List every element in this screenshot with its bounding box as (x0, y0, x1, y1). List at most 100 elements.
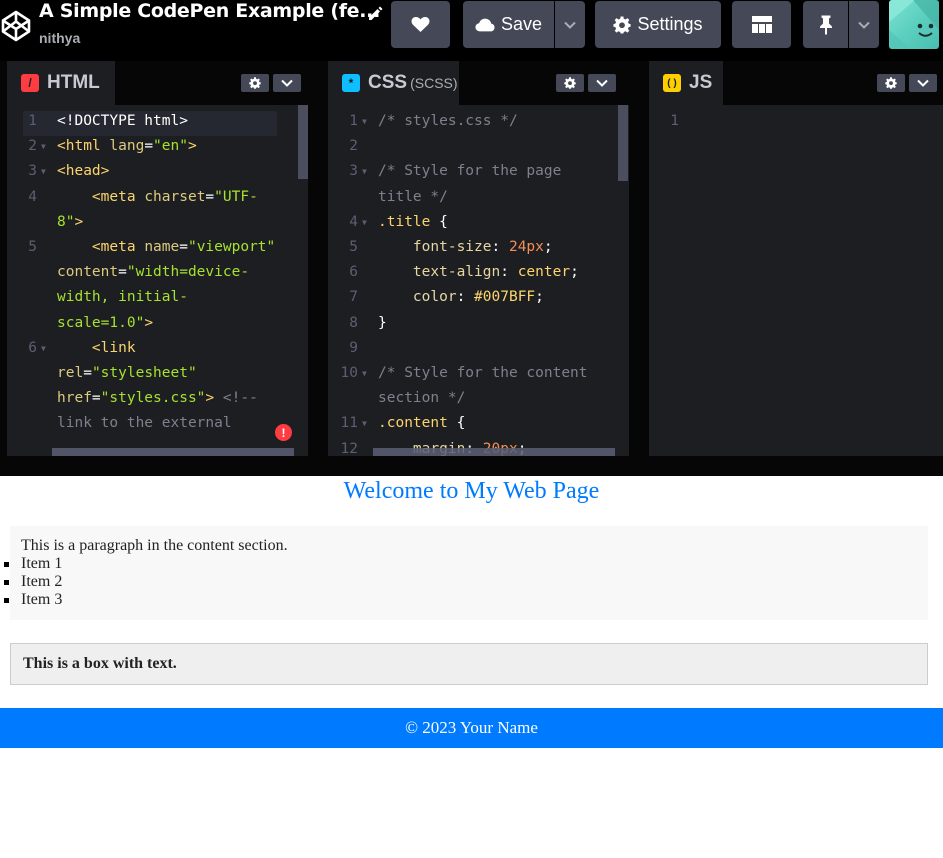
html-collapse-button[interactable] (273, 74, 301, 92)
settings-label: Settings (637, 14, 703, 34)
code-line[interactable]: 2 ▼ <html lang="en"> (7, 134, 277, 159)
code-line[interactable]: 5 font-size: 24px; (328, 235, 613, 260)
code-token: } (378, 314, 387, 331)
html-horizontal-scrollbar[interactable] (52, 448, 294, 456)
css-settings-button[interactable] (556, 74, 584, 92)
js-code-area[interactable]: 1 (649, 105, 943, 456)
save-button[interactable]: Save (463, 1, 554, 48)
code-line[interactable]: 4 ▼ .title { (328, 210, 613, 235)
editor-resizer-css-js[interactable] (629, 61, 649, 456)
code-line[interactable]: 10 ▼ /* Style for the content section */ (328, 361, 613, 411)
js-settings-button[interactable] (877, 74, 905, 92)
js-lang-icon: ( ) (663, 74, 681, 92)
css-collapse-button[interactable] (588, 74, 616, 92)
tab-html[interactable]: / HTML (7, 61, 115, 105)
html-editor: / HTML 1 <!DOCTYPE html> 2 ▼ <html lang="en"… (7, 61, 308, 456)
html-vertical-scrollbar[interactable] (298, 105, 308, 179)
codepen-logo-icon[interactable] (0, 8, 32, 44)
code-token: : (491, 239, 509, 256)
pin-options-button[interactable] (849, 1, 879, 48)
code-line[interactable]: 9 (328, 336, 613, 361)
line-number: 4 (28, 188, 37, 205)
code-line[interactable]: 2 (328, 134, 613, 159)
code-token: = (144, 138, 154, 155)
code-token: rel (57, 365, 84, 382)
fold-arrow-icon[interactable]: ▼ (362, 109, 367, 134)
line-number: 1 (28, 113, 37, 129)
pen-owner[interactable]: nithya (39, 30, 80, 46)
code-token: > (74, 213, 84, 230)
code-line[interactable]: 3 ▼ <head> (7, 159, 277, 184)
save-options-button[interactable] (555, 1, 585, 48)
code-token: /* styles.css */ (378, 113, 518, 129)
list-item: Item 3 (4, 591, 928, 609)
code-line[interactable]: 4 <meta charset="UTF-8"> (7, 185, 277, 235)
line-number: 1 (670, 113, 679, 129)
love-button[interactable] (391, 1, 450, 48)
line-number: 4 (349, 213, 358, 230)
edit-title-pencil-icon[interactable] (367, 4, 385, 22)
code-token: > (187, 138, 197, 155)
code-token: charset (144, 188, 206, 205)
list-item: Item 2 (4, 573, 928, 591)
code-token: <meta (57, 239, 145, 256)
code-token: "en" (153, 138, 188, 155)
code-token: <link (57, 339, 145, 356)
html-editor-header: / HTML (7, 61, 308, 105)
fold-arrow-icon[interactable]: ▼ (41, 134, 46, 159)
fold-arrow-icon[interactable]: ▼ (41, 159, 46, 184)
pin-button[interactable] (803, 1, 848, 48)
change-view-button[interactable] (732, 1, 791, 48)
tab-js[interactable]: ( ) JS (649, 61, 723, 105)
code-line[interactable]: 8} (328, 311, 613, 336)
heart-icon (411, 16, 430, 33)
code-line[interactable]: 6 ▼ <link rel="stylesheet" href="styles.c… (7, 336, 277, 437)
code-line[interactable]: 5 <meta name="viewport" content="width=d… (7, 235, 277, 336)
code-token: /* Style for the page title */ (378, 163, 571, 205)
html-settings-button[interactable] (241, 74, 269, 92)
fold-arrow-icon[interactable]: ▼ (362, 159, 367, 184)
css-code-area[interactable]: 1 ▼/* styles.css */2 3 ▼/* Style for the p… (328, 105, 629, 456)
tab-css[interactable]: * CSS (SCSS) (328, 61, 459, 105)
error-indicator-icon[interactable]: ! (275, 424, 292, 441)
preview-text-box: This is a box with text. (10, 643, 928, 685)
code-token: <head> (57, 163, 110, 180)
line-number: 1 (349, 113, 358, 129)
css-horizontal-scrollbar[interactable] (373, 448, 615, 456)
fold-arrow-icon[interactable]: ▼ (362, 361, 367, 386)
preview-resizer[interactable] (0, 456, 943, 476)
fold-arrow-icon[interactable]: ▼ (362, 411, 367, 436)
code-token: = (118, 264, 127, 281)
editor-resizer-html-css[interactable] (308, 61, 328, 456)
line-number: 5 (349, 239, 358, 256)
code-line[interactable]: 1 ▼ /* styles.css */ (328, 109, 613, 134)
code-line[interactable]: 6 text-align: center; (328, 260, 613, 285)
code-line[interactable]: 11 ▼ .content { (328, 411, 613, 436)
avatar-face-icon (889, 0, 939, 49)
settings-button[interactable]: Settings (595, 1, 721, 48)
line-number: 7 (349, 289, 358, 306)
pen-title[interactable]: A Simple CodePen Example (fe... (39, 0, 380, 22)
code-line[interactable]: 1 <!DOCTYPE html> (7, 109, 277, 134)
code-line[interactable]: 7 color: #007BFF; (328, 285, 613, 310)
code-line[interactable]: 1 (649, 109, 934, 134)
js-collapse-button[interactable] (909, 74, 937, 92)
user-avatar[interactable] (889, 0, 939, 49)
gear-icon (885, 77, 897, 89)
code-line[interactable]: 3 ▼ /* Style for the page title */ (328, 159, 613, 209)
fold-arrow-icon[interactable]: ▼ (41, 336, 46, 361)
code-token: "viewport" (187, 239, 285, 256)
code-token: .content (378, 415, 457, 432)
html-code-area[interactable]: 1 <!DOCTYPE html> 2 ▼ <html lang="en"> 3 ▼ <hea… (7, 105, 308, 456)
code-token: font-size (378, 239, 492, 256)
editor-area: / HTML 1 <!DOCTYPE html> 2 ▼ <html lang="en"… (0, 61, 943, 456)
preview-content-section: This is a paragraph in the content secti… (4, 526, 928, 620)
html-tab-label: HTML (47, 72, 100, 93)
css-vertical-scrollbar[interactable] (618, 105, 628, 181)
fold-arrow-icon[interactable]: ▼ (362, 210, 367, 235)
js-editor-header: ( ) JS (649, 61, 943, 105)
css-editor: * CSS (SCSS) 1 ▼/* styles.css */2 3 ▼/* St… (328, 61, 629, 456)
code-token: = (205, 188, 215, 205)
